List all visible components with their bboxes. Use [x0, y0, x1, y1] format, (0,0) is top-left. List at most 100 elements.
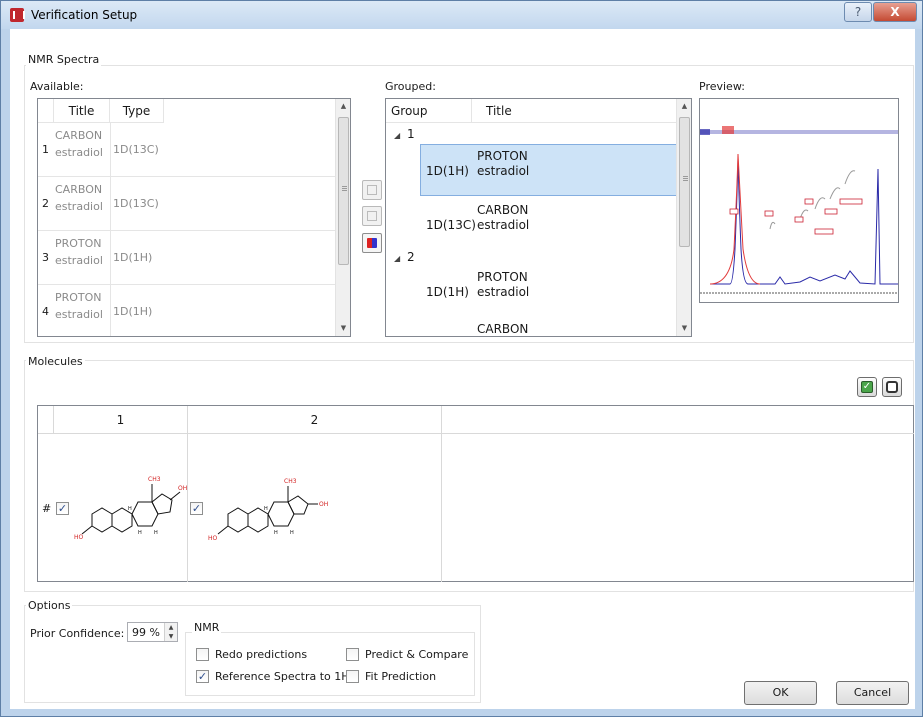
group-label: 1 [406, 127, 415, 141]
uncheck-all-icon [886, 381, 898, 393]
group-node-2[interactable]: ◢ 2 [394, 250, 684, 264]
available-scrollbar[interactable]: ▲ ▼ [335, 99, 350, 336]
preview-label: Preview: [699, 80, 745, 93]
scroll-up-arrow-icon[interactable]: ▲ [336, 99, 350, 114]
auto-group-button[interactable] [362, 233, 382, 253]
grouped-scrollbar[interactable]: ▲ ▼ [676, 99, 691, 336]
row-number: 1 [42, 143, 49, 156]
molecule-structure-image: HO CH3 OH H H H [74, 476, 187, 541]
prior-confidence-spinbox[interactable]: 99 % ▲ ▼ [127, 622, 178, 642]
grouped-column-group[interactable]: Group [386, 99, 472, 123]
nmr-options-frame [185, 632, 475, 696]
ok-button[interactable]: OK [744, 681, 817, 705]
row-number: 3 [42, 251, 49, 264]
row-number: 4 [42, 305, 49, 318]
grouped-spectra-tree[interactable]: Group Title ◢ 1 1D(1H) PROTON estradiol 1… [385, 98, 692, 337]
reference-spectra-checkbox[interactable]: ✓ [196, 670, 209, 683]
expand-arrow-icon[interactable]: ◢ [394, 131, 400, 140]
svg-text:H: H [274, 530, 278, 536]
spectrum-type: 1D(1H) [426, 285, 469, 299]
available-column-type[interactable]: Type [110, 99, 164, 123]
spectrum-type: 1D(13C) [110, 123, 162, 176]
scroll-down-arrow-icon[interactable]: ▼ [677, 321, 691, 336]
molecule-column-2[interactable]: 2 [188, 406, 442, 434]
remove-spectrum-icon [367, 211, 377, 221]
deselect-all-button[interactable] [882, 377, 902, 397]
svg-text:H: H [264, 506, 268, 512]
available-column-title[interactable]: Title [54, 99, 110, 123]
options-group-title: Options [26, 599, 73, 612]
select-all-button[interactable]: ✓ [857, 377, 877, 397]
redo-predictions-label[interactable]: Redo predictions [215, 648, 307, 661]
nmr-options-title: NMR [192, 621, 222, 634]
reference-spectra-label[interactable]: Reference Spectra to 1H [215, 670, 350, 683]
scroll-down-arrow-icon[interactable]: ▼ [336, 321, 350, 336]
spectrum-title: PROTON estradiol [55, 237, 103, 267]
molecules-group-title: Molecules [26, 355, 85, 368]
check-all-icon: ✓ [861, 381, 873, 393]
available-label: Available: [30, 80, 84, 93]
remove-from-group-button[interactable] [362, 206, 382, 226]
molecules-corner [38, 406, 54, 434]
molecules-table[interactable]: 1 2 # ✓ HO CH3 OH H H H ✓ HO CH3 OH H H … [37, 405, 914, 582]
nmr-spectra-group-title: NMR Spectra [26, 53, 102, 66]
spin-arrows-icon[interactable]: ▲ ▼ [164, 623, 177, 641]
scroll-up-arrow-icon[interactable]: ▲ [677, 99, 691, 114]
molecule-checkbox[interactable]: ✓ [56, 502, 69, 515]
svg-text:HO: HO [208, 535, 218, 542]
expand-arrow-icon[interactable]: ◢ [394, 254, 400, 263]
fit-prediction-label[interactable]: Fit Prediction [365, 670, 436, 683]
help-button[interactable]: ? [844, 2, 872, 22]
molecules-header-filler [442, 406, 914, 434]
spectrum-title: CARBON estradiol [477, 203, 530, 232]
spectrum-title: PROTON estradiol [477, 270, 530, 299]
prior-confidence-value: 99 % [132, 626, 160, 639]
molecule-cell[interactable]: ✓ HO CH3 OH H H H [188, 434, 442, 582]
spectrum-type: 1D(13C) [110, 177, 162, 230]
group-label: 2 [406, 250, 415, 264]
spectrum-title: CARBON estradiol [55, 183, 103, 213]
spectrum-type: 1D(13C) [426, 218, 476, 232]
available-spectra-list[interactable]: Title Type 1 CARBON estradiol 1D(13C) 2 C… [37, 98, 351, 337]
row-number: 2 [42, 197, 49, 210]
app-logo-icon [10, 8, 25, 22]
redo-predictions-checkbox[interactable] [196, 648, 209, 661]
table-row[interactable]: 3 PROTON estradiol 1D(1H) [38, 231, 350, 285]
svg-text:HO: HO [74, 534, 84, 541]
table-row[interactable]: 1 CARBON estradiol 1D(13C) [38, 123, 350, 177]
predict-compare-label[interactable]: Predict & Compare [365, 648, 468, 661]
window-title: Verification Setup [31, 8, 138, 22]
cancel-button[interactable]: Cancel [836, 681, 909, 705]
svg-text:CH3: CH3 [148, 476, 161, 483]
svg-text:OH: OH [178, 485, 187, 492]
svg-text:H: H [138, 530, 142, 536]
spectrum-title: CARBON [477, 322, 529, 336]
title-bar[interactable]: Verification Setup ? X [1, 1, 922, 29]
spectrum-preview-plot [700, 126, 898, 294]
spectrum-type: 1D(1H) [426, 164, 469, 178]
molecule-structure-image: HO CH3 OH H H H [208, 478, 328, 542]
predict-compare-checkbox[interactable] [346, 648, 359, 661]
spectrum-title: PROTON estradiol [55, 291, 103, 321]
spectrum-type: 1D(1H) [110, 285, 162, 336]
add-spectrum-icon [367, 185, 377, 195]
molecule-column-1[interactable]: 1 [54, 406, 188, 434]
close-button[interactable]: X [873, 2, 917, 22]
auto-group-icon [367, 238, 377, 248]
scroll-thumb[interactable] [679, 117, 690, 247]
grouped-label: Grouped: [385, 80, 436, 93]
add-to-group-button[interactable] [362, 180, 382, 200]
group-node-1[interactable]: ◢ 1 [394, 127, 684, 141]
dialog-body: NMR Spectra Available: Grouped: Preview:… [10, 29, 915, 709]
molecule-checkbox[interactable]: ✓ [190, 502, 203, 515]
scroll-thumb[interactable] [338, 117, 349, 265]
table-row[interactable]: 2 CARBON estradiol 1D(13C) [38, 177, 350, 231]
row-header: # [42, 502, 52, 515]
grouped-column-title[interactable]: Title [472, 99, 678, 123]
table-row[interactable]: 4 PROTON estradiol 1D(1H) [38, 285, 350, 336]
dialog-window: Verification Setup ? X NMR Spectra Avail… [0, 0, 923, 717]
svg-text:OH: OH [319, 501, 328, 508]
fit-prediction-checkbox[interactable] [346, 670, 359, 683]
molecule-cell[interactable]: ✓ HO CH3 OH H H H [54, 434, 188, 582]
spectrum-preview[interactable] [699, 98, 899, 303]
